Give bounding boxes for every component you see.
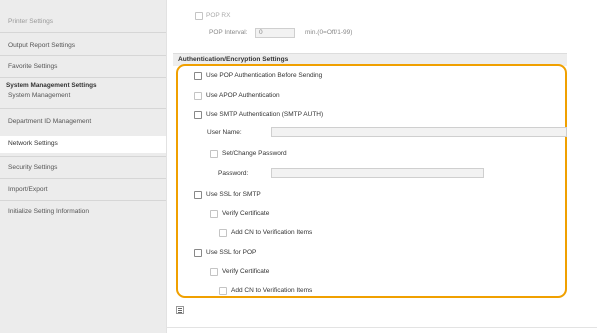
sidebar-item-favorite-settings[interactable]: Favorite Settings <box>8 63 57 70</box>
set-change-password-checkbox[interactable] <box>210 150 218 158</box>
sidebar-item-printer-settings[interactable]: Printer Settings <box>8 18 53 25</box>
sidebar-item-output-report-settings[interactable]: Output Report Settings <box>8 42 75 49</box>
use-smtp-auth-checkbox[interactable] <box>194 111 202 119</box>
sidebar-item-initialize-setting-information[interactable]: Initialize Setting Information <box>8 208 89 215</box>
auth-section-title: Authentication/Encryption Settings <box>178 56 289 63</box>
password-input[interactable] <box>271 168 484 178</box>
pop-interval-label: POP Interval: <box>209 29 248 36</box>
sidebar-divider <box>0 77 166 78</box>
pop-interval-value: 0 <box>259 29 263 36</box>
user-name-input[interactable] <box>271 127 567 137</box>
sidebar-divider <box>0 156 166 157</box>
use-ssl-pop-label: Use SSL for POP <box>206 249 257 256</box>
use-apop-checkbox[interactable] <box>194 92 202 100</box>
add-cn-smtp-label: Add CN to Verification Items <box>231 229 313 236</box>
sidebar-item-department-id-management[interactable]: Department ID Management <box>8 118 91 125</box>
sidebar-divider <box>0 55 166 56</box>
pop-rx-label: POP RX <box>206 12 231 19</box>
sidebar-item-system-management[interactable]: System Management <box>8 92 70 99</box>
user-name-label: User Name: <box>207 129 242 136</box>
sidebar-item-security-settings[interactable]: Security Settings <box>8 164 57 171</box>
add-cn-pop-checkbox[interactable] <box>219 287 227 295</box>
set-change-password-label: Set/Change Password <box>222 150 287 157</box>
verify-cert-pop-checkbox[interactable] <box>210 268 218 276</box>
verify-cert-smtp-label: Verify Certificate <box>222 210 270 217</box>
use-smtp-auth-label: Use SMTP Authentication (SMTP AUTH) <box>206 111 324 118</box>
use-pop-auth-label: Use POP Authentication Before Sending <box>206 72 323 79</box>
sidebar-divider <box>0 32 166 33</box>
pop-rx-checkbox[interactable] <box>195 12 203 20</box>
use-pop-auth-checkbox[interactable] <box>194 72 202 80</box>
sidebar-item-network-settings[interactable]: Network Settings <box>8 140 58 147</box>
sidebar-item-import-export[interactable]: Import/Export <box>8 186 48 193</box>
use-ssl-pop-checkbox[interactable] <box>194 249 202 257</box>
use-apop-label: Use APOP Authentication <box>206 92 280 99</box>
sidebar-divider <box>0 108 166 109</box>
highlight-frame <box>176 64 567 298</box>
scroll-list-icon[interactable] <box>176 306 184 314</box>
verify-cert-smtp-checkbox[interactable] <box>210 210 218 218</box>
bottom-divider <box>166 327 597 328</box>
page-divider <box>166 0 167 333</box>
use-ssl-smtp-label: Use SSL for SMTP <box>206 191 261 198</box>
sidebar-section-header: System Management Settings <box>6 82 97 89</box>
password-label: Password: <box>218 170 249 177</box>
pop-interval-unit: min.(0=Off/1-99) <box>305 29 353 36</box>
verify-cert-pop-label: Verify Certificate <box>222 268 270 275</box>
sidebar-divider <box>0 178 166 179</box>
use-ssl-smtp-checkbox[interactable] <box>194 191 202 199</box>
add-cn-smtp-checkbox[interactable] <box>219 229 227 237</box>
add-cn-pop-label: Add CN to Verification Items <box>231 287 313 294</box>
sidebar-divider <box>0 200 166 201</box>
